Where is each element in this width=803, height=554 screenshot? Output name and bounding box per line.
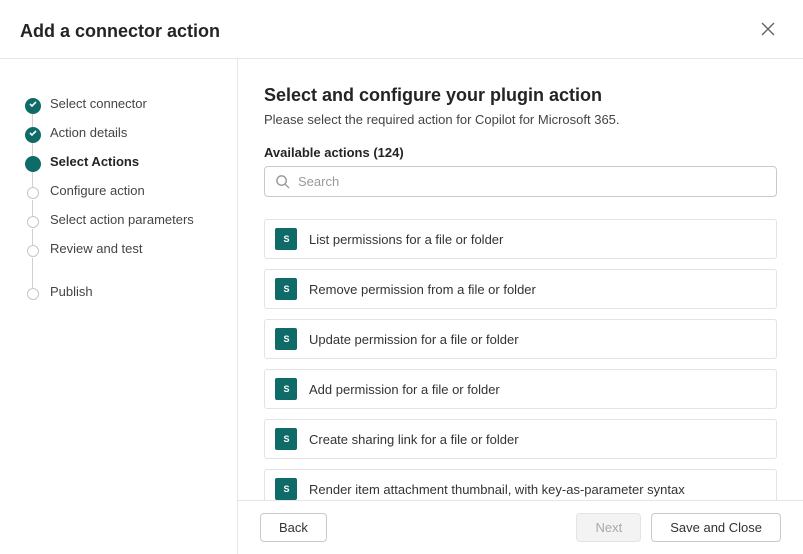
wizard-step[interactable]: Action details	[20, 118, 221, 147]
main-panel: Select and configure your plugin action …	[238, 59, 803, 554]
wizard-step-label: Action details	[50, 125, 127, 140]
action-item[interactable]: S List permissions for a file or folder	[264, 219, 777, 259]
next-button: Next	[576, 513, 641, 542]
action-label: Add permission for a file or folder	[309, 382, 500, 397]
action-label: Remove permission from a file or folder	[309, 282, 536, 297]
sharepoint-icon: S	[275, 228, 297, 250]
main-description: Please select the required action for Co…	[264, 112, 777, 127]
wizard-step-label: Configure action	[50, 183, 145, 198]
wizard-steps-sidebar: Select connector Action details Select Act…	[0, 59, 238, 554]
wizard-step[interactable]: Publish	[20, 277, 221, 306]
wizard-step-label: Publish	[50, 284, 93, 299]
wizard-step[interactable]: Select connector	[20, 89, 221, 118]
action-label: List permissions for a file or folder	[309, 232, 503, 247]
action-label: Render item attachment thumbnail, with k…	[309, 482, 685, 497]
search-box[interactable]	[264, 166, 777, 197]
sharepoint-icon: S	[275, 278, 297, 300]
dialog-title: Add a connector action	[20, 21, 220, 42]
save-and-close-button[interactable]: Save and Close	[651, 513, 781, 542]
sharepoint-icon: S	[275, 328, 297, 350]
action-item[interactable]: S Remove permission from a file or folder	[264, 269, 777, 309]
footer-bar: Back Next Save and Close	[238, 500, 803, 554]
sharepoint-icon: S	[275, 428, 297, 450]
back-button[interactable]: Back	[260, 513, 327, 542]
search-icon	[275, 174, 290, 189]
action-item[interactable]: S Update permission for a file or folder	[264, 319, 777, 359]
search-input[interactable]	[290, 173, 766, 190]
sharepoint-icon: S	[275, 378, 297, 400]
wizard-step-label: Select connector	[50, 96, 147, 111]
wizard-step-label: Review and test	[50, 241, 143, 256]
action-item[interactable]: S Add permission for a file or folder	[264, 369, 777, 409]
wizard-step[interactable]: Review and test	[20, 234, 221, 263]
wizard-step-label: Select action parameters	[50, 212, 194, 227]
title-bar: Add a connector action	[0, 0, 803, 59]
action-item[interactable]: S Create sharing link for a file or folde…	[264, 419, 777, 459]
close-button[interactable]	[757, 18, 779, 44]
wizard-step[interactable]: Configure action	[20, 176, 221, 205]
wizard-step[interactable]: Select Actions	[20, 147, 221, 176]
sharepoint-icon: S	[275, 478, 297, 500]
wizard-step-label: Select Actions	[50, 154, 139, 169]
action-list: SList permissions for a file or folderSR…	[264, 219, 777, 500]
main-heading: Select and configure your plugin action	[264, 85, 777, 106]
check-icon	[28, 128, 38, 138]
action-label: Create sharing link for a file or folder	[309, 432, 519, 447]
check-icon	[28, 99, 38, 109]
close-icon	[761, 22, 775, 36]
action-label: Update permission for a file or folder	[309, 332, 519, 347]
action-item[interactable]: S Render item attachment thumbnail, with …	[264, 469, 777, 500]
wizard-step[interactable]: Select action parameters	[20, 205, 221, 234]
available-actions-label: Available actions (124)	[264, 145, 777, 160]
